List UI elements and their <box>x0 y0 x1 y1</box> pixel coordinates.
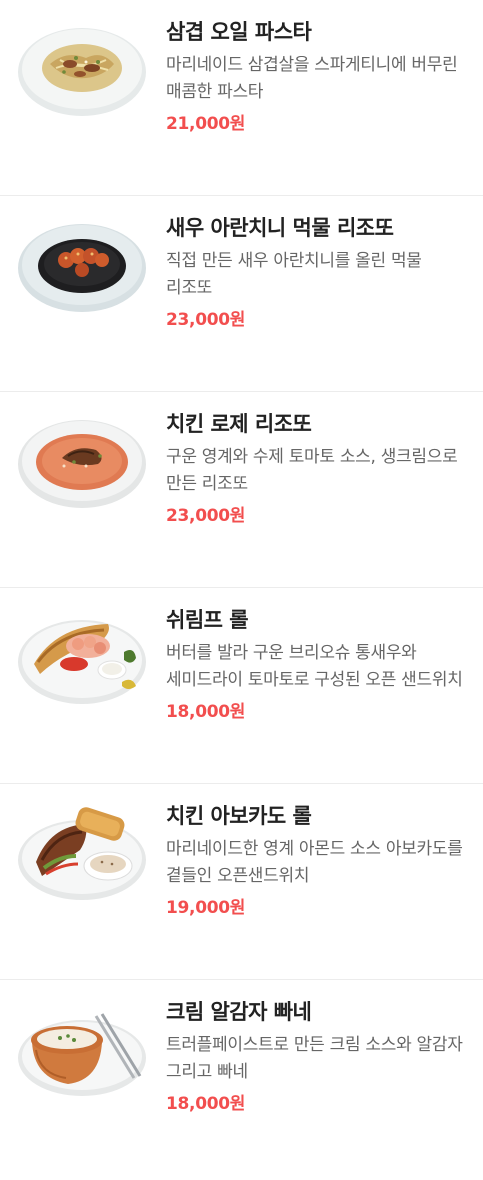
menu-item-info: 새우 아란치니 먹물 리조또 직접 만든 새우 아란치니를 올린 먹물 리조또 … <box>166 212 466 332</box>
menu-item-price: 18,000원 <box>166 702 246 722</box>
menu-item-title: 크림 알감자 빠네 <box>166 1000 312 1024</box>
chicken-avocado-roll-photo[interactable] <box>16 798 148 902</box>
menu-item-title: 치킨 아보카도 롤 <box>166 804 312 828</box>
menu-item-price: 23,000원 <box>166 310 246 330</box>
menu-item-description: 마리네이드한 영계 아몬드 소스 아보카도를 곁들인 오픈샌드위치 <box>166 839 463 886</box>
rose-risotto-photo[interactable] <box>16 406 148 510</box>
menu-item-price: 19,000원 <box>166 898 246 918</box>
menu-item-info: 크림 알감자 빠네 트러플페이스트로 만든 크림 소스와 알감자 그리고 빠네 … <box>166 996 466 1116</box>
menu-item-info: 삼겹 오일 파스타 마리네이드 삼겹살을 스파게티니에 버무린 매콤한 파스타 … <box>166 16 466 136</box>
menu-item-rose-risotto[interactable]: 치킨 로제 리조또 구운 영계와 수제 토마토 소스, 생크림으로 만든 리조또… <box>0 392 483 588</box>
menu-item-title: 치킨 로제 리조또 <box>166 412 312 436</box>
menu-item-price: 23,000원 <box>166 506 246 526</box>
menu-item-title: 새우 아란치니 먹물 리조또 <box>166 216 394 240</box>
menu-item-price: 18,000원 <box>166 1094 246 1114</box>
pasta-dish-photo[interactable] <box>16 14 148 118</box>
menu-item-title: 삼겹 오일 파스타 <box>166 20 312 44</box>
menu-item-info: 쉬림프 롤 버터를 발라 구운 브리오슈 통새우와 세미드라이 토마토로 구성된… <box>166 604 466 724</box>
menu-item-shrimp-roll[interactable]: 쉬림프 롤 버터를 발라 구운 브리오슈 통새우와 세미드라이 토마토로 구성된… <box>0 588 483 784</box>
menu-item-info: 치킨 로제 리조또 구운 영계와 수제 토마토 소스, 생크림으로 만든 리조또… <box>166 408 466 528</box>
menu-item-description: 구운 영계와 수제 토마토 소스, 생크림으로 만든 리조또 <box>166 447 458 494</box>
menu-list: 삼겹 오일 파스타 마리네이드 삼겹살을 스파게티니에 버무린 매콤한 파스타 … <box>0 0 483 1180</box>
menu-item-title: 쉬림프 롤 <box>166 608 249 632</box>
menu-item-squid-ink-risotto[interactable]: 새우 아란치니 먹물 리조또 직접 만든 새우 아란치니를 올린 먹물 리조또 … <box>0 196 483 392</box>
menu-item-description: 마리네이드 삼겹살을 스파게티니에 버무린 매콤한 파스타 <box>166 55 458 102</box>
menu-item-description: 트러플페이스트로 만든 크림 소스와 알감자 그리고 빠네 <box>166 1035 463 1082</box>
menu-item-info: 치킨 아보카도 롤 마리네이드한 영계 아몬드 소스 아보카도를 곁들인 오픈샌… <box>166 800 466 920</box>
menu-item-cream-bread-bowl[interactable]: 크림 알감자 빠네 트러플페이스트로 만든 크림 소스와 알감자 그리고 빠네 … <box>0 980 483 1180</box>
menu-item-chicken-avocado-roll[interactable]: 치킨 아보카도 롤 마리네이드한 영계 아몬드 소스 아보카도를 곁들인 오픈샌… <box>0 784 483 980</box>
menu-item-price: 21,000원 <box>166 114 246 134</box>
menu-item-description: 버터를 발라 구운 브리오슈 통새우와 세미드라이 토마토로 구성된 오픈 샌드… <box>166 643 463 690</box>
menu-item-description: 직접 만든 새우 아란치니를 올린 먹물 리조또 <box>166 251 422 298</box>
squid-ink-risotto-photo[interactable] <box>16 210 148 314</box>
shrimp-roll-photo[interactable] <box>16 602 148 706</box>
menu-item-pasta[interactable]: 삼겹 오일 파스타 마리네이드 삼겹살을 스파게티니에 버무린 매콤한 파스타 … <box>0 0 483 196</box>
cream-bread-bowl-photo[interactable] <box>16 994 148 1098</box>
